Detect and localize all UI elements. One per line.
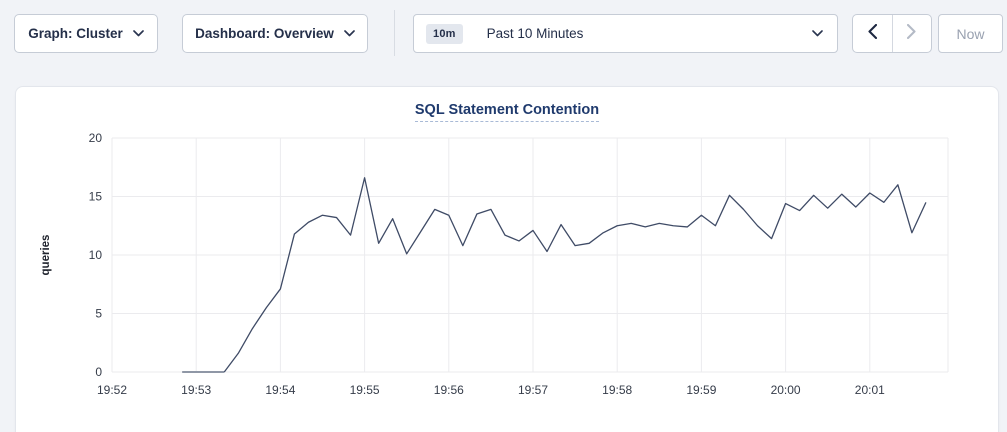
y-axis-tick-labels: 0 5 10 15 20 <box>89 131 103 379</box>
chart-card: SQL Statement Contention 0510152019:5219… <box>15 86 999 432</box>
svg-text:19:56: 19:56 <box>434 383 464 397</box>
svg-text:19:59: 19:59 <box>686 383 716 397</box>
time-next-button[interactable] <box>892 15 932 52</box>
svg-text:0: 0 <box>95 365 102 379</box>
svg-text:20:00: 20:00 <box>771 383 801 397</box>
time-range-selector[interactable]: 10m Past 10 Minutes <box>413 14 838 53</box>
svg-text:19:57: 19:57 <box>518 383 548 397</box>
chevron-down-icon <box>812 30 823 37</box>
chevron-right-icon <box>907 24 916 44</box>
svg-text:5: 5 <box>95 307 102 321</box>
now-button[interactable]: Now <box>938 14 1003 53</box>
chevron-left-icon <box>868 24 877 44</box>
svg-text:10: 10 <box>89 248 103 262</box>
svg-text:20:01: 20:01 <box>855 383 885 397</box>
chart-title-row: SQL Statement Contention <box>16 101 998 122</box>
toolbar-divider <box>394 10 395 56</box>
chevron-down-icon <box>133 30 144 37</box>
metrics-dashboard: Graph: Cluster Dashboard: Overview 10m P… <box>0 0 1007 432</box>
chart-title-link[interactable]: SQL Statement Contention <box>415 102 599 122</box>
graph-selector-dropdown[interactable]: Graph: Cluster <box>14 14 158 53</box>
chevron-down-icon <box>344 30 355 37</box>
series-line <box>224 178 926 372</box>
sql-contention-chart[interactable]: 0510152019:5219:5319:5419:5519:5619:5719… <box>16 123 1000 432</box>
time-range-badge: 10m <box>426 24 463 44</box>
graph-selector-label: Graph: Cluster <box>28 26 123 41</box>
svg-text:19:52: 19:52 <box>97 383 127 397</box>
time-range-label: Past 10 Minutes <box>487 26 802 41</box>
svg-text:19:58: 19:58 <box>602 383 632 397</box>
chart-gridlines <box>112 138 948 372</box>
svg-text:19:53: 19:53 <box>181 383 211 397</box>
x-axis-tick-labels: 19:52 19:53 19:54 19:55 19:56 19:57 19:58 19:59… <box>97 383 885 397</box>
time-prev-button[interactable] <box>853 15 892 52</box>
dashboard-selector-label: Dashboard: Overview <box>195 26 334 41</box>
time-window-arrows <box>852 14 932 53</box>
dashboard-selector-dropdown[interactable]: Dashboard: Overview <box>182 14 368 53</box>
svg-text:20: 20 <box>89 131 103 145</box>
svg-text:15: 15 <box>89 190 103 204</box>
now-button-label: Now <box>956 26 984 42</box>
y-axis-label: queries <box>40 235 52 276</box>
svg-text:19:55: 19:55 <box>350 383 380 397</box>
svg-text:19:54: 19:54 <box>265 383 295 397</box>
